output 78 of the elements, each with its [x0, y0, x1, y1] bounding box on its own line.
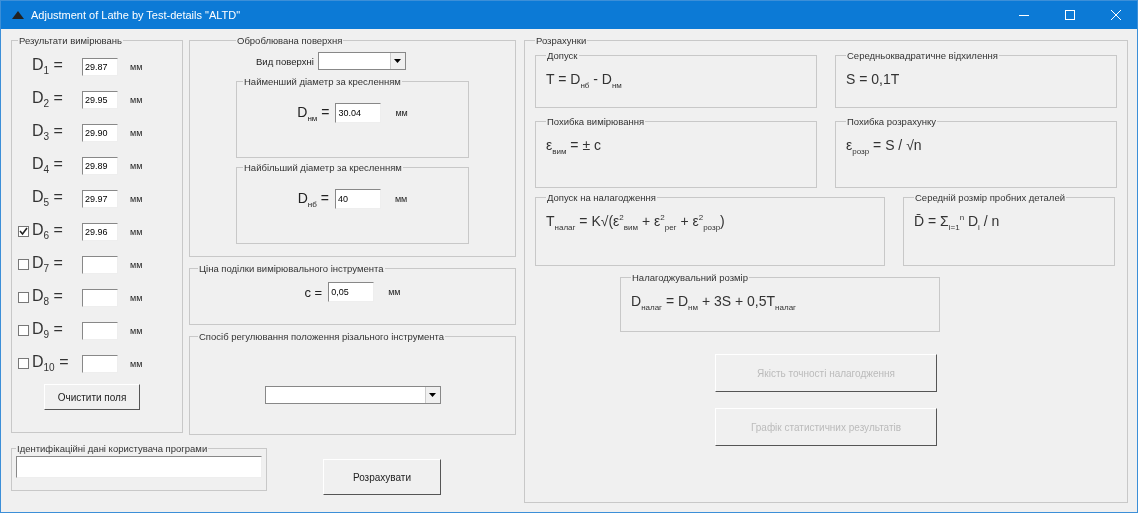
input-field[interactable]: 29.96 — [82, 222, 118, 241]
diameter-label: D$_{10}$ = — [32, 353, 70, 374]
group-title: Середній розмір пробних деталей — [914, 192, 1066, 203]
input-field[interactable]: 30.04 — [335, 103, 382, 123]
caret-icon — [394, 59, 402, 63]
diameter-label: D$_{нм}$ = — [297, 103, 330, 123]
diameter-label: D$_{6}$ = — [32, 221, 64, 242]
dropdown[interactable] — [264, 386, 441, 404]
input-field[interactable] — [82, 321, 118, 340]
unit-label: мм — [130, 259, 143, 270]
unit-label: мм — [388, 287, 401, 297]
unit-label: мм — [130, 358, 143, 369]
input-field[interactable]: 29.90 — [82, 123, 118, 142]
checkbox[interactable] — [18, 292, 29, 303]
group-title: Результати вимірювань — [18, 35, 123, 46]
unit-label: мм — [130, 127, 143, 138]
group-title: Ціна поділки вимірювального інструмента — [198, 263, 385, 274]
input-field[interactable]: 40 — [334, 189, 381, 209]
group-title: Найбільший діаметр за кресленням — [243, 162, 403, 173]
checkbox[interactable] — [18, 226, 29, 237]
unit-label: мм — [130, 160, 143, 171]
input-field[interactable]: 0,05 — [328, 282, 375, 302]
diameter-label: D$_{2}$ = — [32, 89, 64, 110]
diameter-label: D$_{нб}$ = — [297, 189, 329, 209]
formula: D̄ = Σ$_{i=1}$$^{n}$ D$_{i}$ / n — [914, 213, 1000, 232]
input-field[interactable] — [82, 255, 118, 274]
group-title: Розрахунки — [535, 35, 588, 46]
group-title: Налагоджувальний розмір — [631, 272, 749, 283]
calculate-button[interactable]: Розрахувати — [323, 459, 441, 495]
app-icon — [11, 10, 25, 20]
unit-label: мм — [130, 226, 143, 237]
unit-label: мм — [130, 61, 143, 72]
close-icon[interactable] — [1111, 10, 1121, 20]
diameter-label: D$_{4}$ = — [32, 155, 64, 176]
unit-label: мм — [130, 193, 143, 204]
formula: S = 0,1T — [846, 71, 900, 87]
window-title: Adjustment of Lathe by Test-details "ALTD" — [31, 9, 242, 21]
diameter-label: D$_{8}$ = — [32, 287, 64, 308]
diameter-label: D$_{7}$ = — [32, 254, 64, 275]
formula: T = D$_{нб}$ - D$_{нм}$ — [546, 71, 622, 90]
formula: D$_{налаг}$ = D$_{нм}$ + 3S + 0,5T$_{налаг}$ — [631, 293, 796, 312]
group-title: Середньоквадратичне відхилення — [846, 50, 999, 61]
input-field[interactable] — [16, 456, 262, 478]
diameter-label: D$_{3}$ = — [32, 122, 64, 143]
group-title: Похибка розрахунку — [846, 116, 937, 127]
diameter-label: D$_{5}$ = — [32, 188, 64, 209]
input-field[interactable]: 29.97 — [82, 189, 118, 208]
unit-label: мм — [130, 325, 143, 336]
group-title: Допуск на налагодження — [546, 192, 657, 203]
input-field[interactable]: 29.87 — [82, 57, 118, 76]
checkbox[interactable] — [18, 325, 29, 336]
input-field[interactable]: 29.89 — [82, 156, 118, 175]
formula: ε$_{вим}$ = ± c — [546, 137, 601, 156]
dropdown[interactable] — [317, 52, 406, 70]
unit-label: мм — [395, 108, 408, 118]
group-title: Найменший діаметр за кресленням — [243, 76, 402, 87]
caret-icon — [429, 393, 436, 397]
formula: T$_{налаг}$ = K√(ε$^{2}$$_{вим}$ + ε$^{2}$$_{рег}$ + ε$^{2}$$_{розр}$) — [546, 213, 725, 232]
unit-label: мм — [130, 292, 143, 303]
group-title: Оброблювана поверхня — [236, 35, 344, 46]
formula: ε$_{розр}$ = S / √n — [846, 137, 922, 156]
input-field[interactable] — [82, 354, 118, 373]
group-title: Ідентифікаційні дані користувача програми — [16, 443, 209, 454]
group-title: Спосіб регулювання положення різального інструмента — [198, 331, 446, 342]
diameter-label: D$_{1}$ = — [32, 56, 64, 77]
input-field[interactable] — [82, 288, 118, 307]
group-title: Допуск — [546, 50, 579, 61]
maximize-icon[interactable] — [1065, 10, 1075, 20]
diameter-label: D$_{9}$ = — [32, 320, 64, 341]
unit-label: мм — [130, 94, 143, 105]
field-label: Вид поверхні — [256, 55, 314, 67]
clear-button[interactable]: Очистити поля — [44, 384, 140, 410]
group-title: Похибка вимірювання — [546, 116, 646, 127]
input-field[interactable]: 29.95 — [82, 90, 118, 109]
checkbox[interactable] — [18, 358, 29, 369]
variable-label: c = — [304, 284, 323, 300]
unit-label: мм — [394, 194, 408, 204]
checkbox[interactable] — [18, 259, 29, 270]
